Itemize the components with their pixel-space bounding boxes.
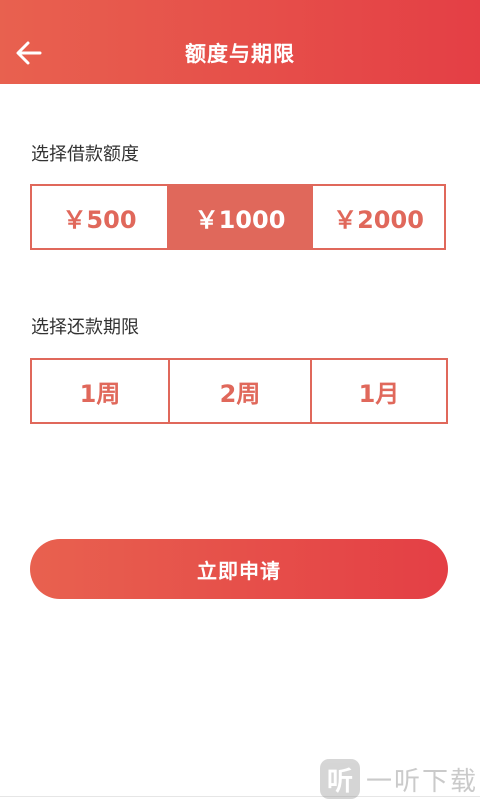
apply-now-button[interactable]: 立即申请	[30, 539, 448, 599]
amount-option-group: ￥500 ￥1000 ￥2000	[30, 184, 446, 250]
page-title: 额度与期限	[185, 42, 295, 66]
amount-option-500[interactable]: ￥500	[32, 186, 167, 248]
term-section-label: 选择还款期限	[31, 317, 139, 338]
term-option-group: 1周 2周 1月	[30, 358, 448, 424]
watermark-text: 一听下载	[366, 766, 479, 797]
amount-section-label: 选择借款额度	[31, 144, 139, 165]
watermark: 听 一听下载	[320, 758, 478, 800]
watermark-logo-icon: 听	[320, 759, 360, 799]
amount-option-2000[interactable]: ￥2000	[311, 186, 444, 248]
amount-option-1000[interactable]: ￥1000	[167, 186, 311, 248]
term-option-1-month[interactable]: 1月	[310, 360, 446, 422]
term-option-1-week[interactable]: 1周	[32, 360, 168, 422]
term-option-2-weeks[interactable]: 2周	[168, 360, 310, 422]
app-header: 额度与期限	[0, 0, 480, 84]
